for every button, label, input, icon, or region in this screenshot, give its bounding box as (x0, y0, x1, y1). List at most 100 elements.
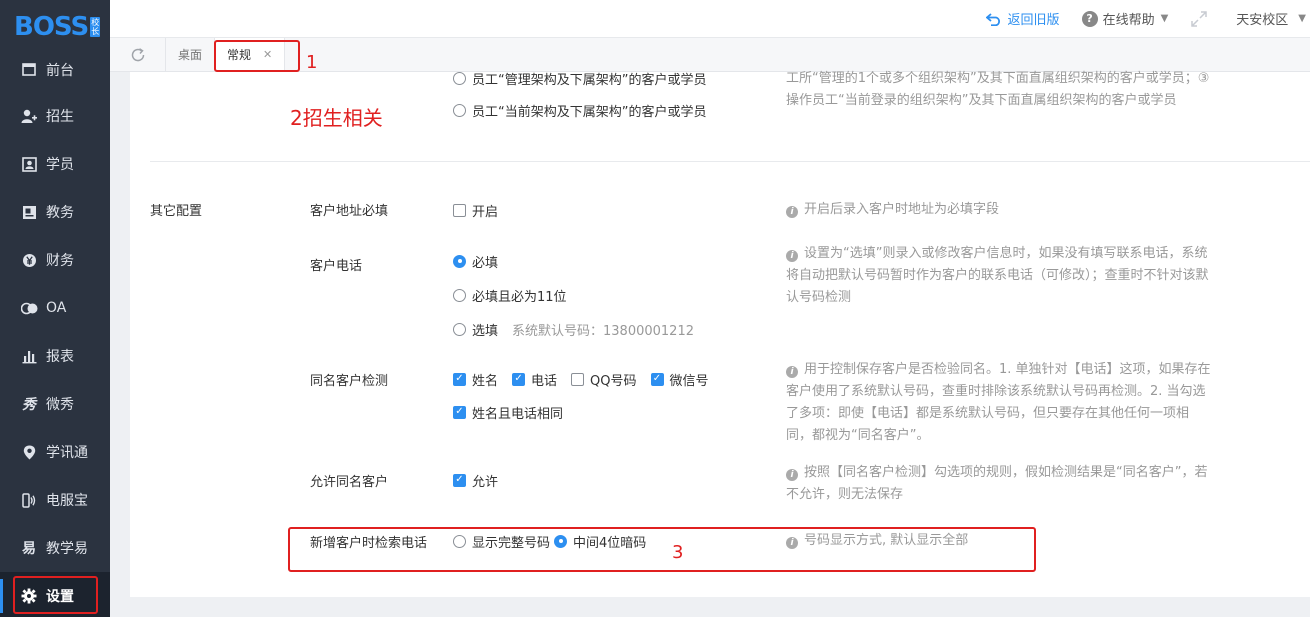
checkbox[interactable]: ✓ (453, 372, 466, 386)
dup-option-name-and-phone[interactable]: ✓ 姓名且电话相同 (453, 402, 723, 422)
gear-icon (20, 587, 38, 605)
org-scope-options: 员工“管理架构及下属架构”的客户或学员 员工“当前架构及下属架构”的客户或学员 (453, 68, 706, 134)
phone-signal-icon (20, 491, 38, 509)
location-pin-icon (20, 443, 38, 461)
org-scope-option-current[interactable]: 员工“当前架构及下属架构”的客户或学员 (453, 100, 706, 120)
option-label: 必填且必为11位 (472, 289, 567, 305)
sidebar-item-label: 学员 (46, 157, 74, 173)
help-icon: ? (1081, 10, 1098, 27)
sidebar-item-label: 教学易 (46, 541, 88, 557)
duplicate-check-row-1: ✓ 姓名 ✓ 电话 QQ号码 ✓ 微信号 (453, 369, 723, 389)
checkbox[interactable]: ✓ (453, 405, 466, 419)
phone-option-required-11[interactable]: 必填且必为11位 (453, 285, 694, 305)
radio-button[interactable] (453, 71, 466, 85)
address-required-options: 开启 (453, 200, 498, 234)
checkbox[interactable]: ✓ (453, 473, 466, 487)
sidebar-item-label: 前台 (46, 63, 74, 79)
xiu-icon: 秀 (22, 397, 36, 413)
fullscreen-button[interactable] (1190, 10, 1208, 28)
option-label: 选填 (472, 323, 499, 339)
sidebar-item-jiaoxueyi[interactable]: 易 教学易 (0, 524, 110, 572)
sidebar: BOSS 校 长 前台 招生 学员 教务 财务 OA 报表 秀 微秀 学讯通 电… (0, 0, 110, 617)
allow-duplicate-option[interactable]: ✓ 允许 (453, 470, 498, 490)
sidebar-item-dianfubao[interactable]: 电服宝 (0, 476, 110, 524)
info-icon: i (786, 469, 798, 481)
option-label: 微信号 (669, 373, 709, 389)
option-label: 允许 (472, 474, 499, 490)
student-card-icon (20, 155, 38, 173)
option-label: 必填 (472, 255, 499, 271)
search-phone-row: 显示完整号码 中间4位暗码 (453, 531, 660, 551)
refresh-icon (130, 47, 146, 63)
allow-duplicate-label: 允许同名客户 (310, 475, 389, 490)
campus-label: 天安校区 (1236, 13, 1289, 28)
checkbox[interactable]: ✓ (650, 372, 664, 386)
radio-button[interactable] (453, 254, 466, 268)
phone-option-optional[interactable]: 选填 系统默认号码：13800001212 (453, 319, 694, 339)
refresh-button[interactable] (110, 38, 166, 71)
annotation-number-3: 3 (672, 542, 684, 563)
sidebar-nav: 前台 招生 学员 教务 财务 OA 报表 秀 微秀 学讯通 电服宝 易 教学易 … (0, 46, 110, 617)
teaching-icon: 易 (22, 541, 36, 557)
book-icon (20, 203, 38, 221)
annotation-number-2: 2招生相关 (290, 106, 383, 130)
search-phone-option-masked[interactable]: 中间4位暗码 (554, 532, 646, 551)
sidebar-item-label: 电服宝 (46, 493, 88, 509)
back-old-version-link[interactable]: 返回旧版 (985, 9, 1060, 28)
dup-option-wechat[interactable]: ✓ 微信号 (650, 370, 709, 389)
checkbox[interactable]: ✓ (512, 372, 526, 386)
radio-button[interactable] (453, 103, 466, 117)
duplicate-check-description: i 用于控制保存客户是否检验同名。1. 单独针对【电话】这项，如果存在客户使用了系… (786, 359, 1211, 447)
sidebar-item-reception[interactable]: 前台 (0, 46, 110, 92)
tab-desktop[interactable]: 桌面 (166, 38, 216, 71)
radio-button[interactable] (453, 322, 466, 336)
description-text: 开启后录入客户时地址为必填字段 (804, 202, 1000, 217)
annotation-number-1: 1 (306, 52, 318, 73)
chevron-down-icon: ▼ (1160, 13, 1169, 24)
sidebar-item-weixiu[interactable]: 秀 微秀 (0, 380, 110, 428)
sidebar-item-reports[interactable]: 报表 (0, 332, 110, 380)
option-label: 员工“当前架构及下属架构”的客户或学员 (472, 104, 707, 120)
dup-option-name[interactable]: ✓ 姓名 (453, 370, 498, 389)
reception-icon (20, 60, 38, 78)
option-label: 显示完整号码 (472, 535, 551, 551)
online-help-label: 在线帮助 (1102, 13, 1155, 28)
user-add-icon (20, 107, 38, 125)
sidebar-item-academic[interactable]: 教务 (0, 188, 110, 236)
org-scope-description: 工所“管理的1个或多个组织架构”及其下面直属组织架构的客户或学员；③ 操作员工“… (786, 71, 1210, 108)
dup-option-phone[interactable]: ✓ 电话 (512, 370, 557, 389)
checkbox[interactable] (571, 372, 585, 386)
sidebar-item-xuexuntong[interactable]: 学讯通 (0, 428, 110, 476)
address-required-option[interactable]: 开启 (453, 200, 498, 220)
logo-text: BOSS (14, 12, 89, 42)
bar-chart-icon (20, 347, 38, 365)
allow-duplicate-description: i 按照【同名客户检测】勾选项的规则，假如检测结果是“同名客户”，若不允许，则无法… (786, 462, 1211, 506)
sidebar-item-finance[interactable]: 财务 (0, 236, 110, 284)
radio-button[interactable] (453, 288, 466, 302)
radio-button[interactable] (554, 534, 568, 548)
tab-label: 桌面 (178, 48, 203, 62)
campus-selector[interactable]: 天安校区 ▼ (1236, 9, 1306, 28)
close-icon[interactable]: ✕ (263, 48, 272, 61)
online-help-menu[interactable]: ? 在线帮助 ▼ (1081, 9, 1169, 28)
search-phone-option-full[interactable]: 显示完整号码 (453, 532, 550, 551)
sidebar-item-enrollment[interactable]: 招生 (0, 92, 110, 140)
tab-general[interactable]: 常规 ✕ (215, 38, 286, 71)
sidebar-item-settings[interactable]: 设置 (0, 572, 110, 617)
radio-button[interactable] (453, 534, 466, 548)
oa-icon (20, 299, 38, 317)
description-text: 用于控制保存客户是否检验同名。1. 单独针对【电话】这项，如果存在客户使用了系统… (786, 362, 1211, 443)
customer-phone-options: 必填 必填且必为11位 选填 系统默认号码：13800001212 (453, 251, 694, 353)
checkbox[interactable] (453, 203, 466, 217)
sidebar-item-label: 报表 (46, 349, 74, 365)
sidebar-item-oa[interactable]: OA (0, 284, 110, 332)
undo-icon (985, 12, 1002, 26)
dup-option-qq[interactable]: QQ号码 (571, 370, 637, 389)
customer-phone-label: 客户电话 (310, 259, 363, 274)
phone-option-required[interactable]: 必填 (453, 251, 694, 271)
org-scope-option-management[interactable]: 员工“管理架构及下属架构”的客户或学员 (453, 68, 706, 88)
option-label: 电话 (531, 373, 558, 389)
back-old-version-label: 返回旧版 (1007, 13, 1060, 28)
sidebar-item-students[interactable]: 学员 (0, 140, 110, 188)
settings-content: 员工“管理架构及下属架构”的客户或学员 员工“当前架构及下属架构”的客户或学员 … (130, 71, 1310, 597)
